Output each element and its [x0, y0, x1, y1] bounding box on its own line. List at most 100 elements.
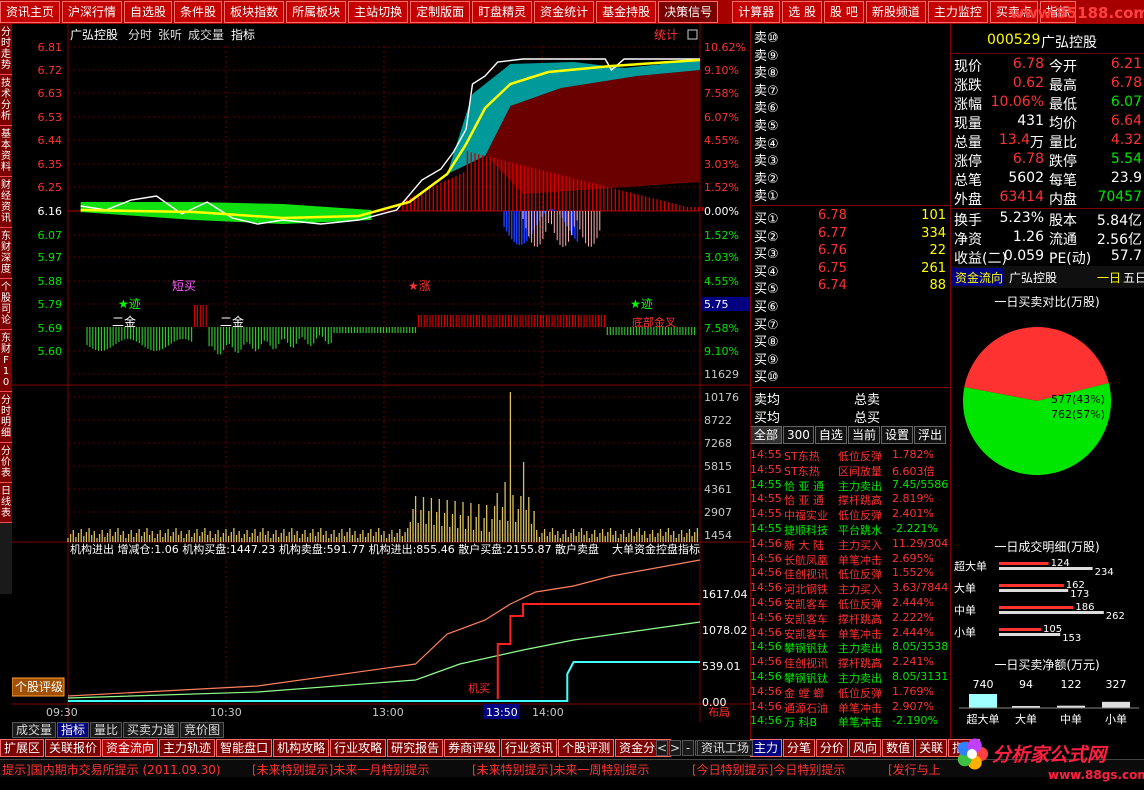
top-nav-item[interactable]: 主力监控 — [927, 1, 988, 23]
main-bottom-tab[interactable]: 智能盘口 — [216, 739, 273, 757]
chart-bottom-tab[interactable]: 成交量 — [12, 722, 57, 738]
right-bottom-tab[interactable]: 分笔 — [783, 739, 816, 757]
tick-row[interactable]: 14:56 万 科B 单笔冲击 -2.190% — [750, 714, 950, 729]
chart-bottom-tab[interactable]: 量比 — [90, 722, 123, 738]
tick-row[interactable]: 14:55 中福实业 低位反弹 2.401% — [750, 507, 950, 522]
top-nav-item[interactable]: 板块指数 — [224, 1, 285, 23]
tick-row[interactable]: 14:56 安凯客车 低位反弹 2.444% — [750, 596, 950, 611]
nav-arrow-button[interactable]: > — [669, 740, 681, 756]
tick-row[interactable]: 14:55 恰 亚 通主力卖出 7.45/5586 — [750, 478, 950, 493]
chart-tab[interactable]: 成交量 — [188, 27, 224, 42]
left-tab[interactable]: 东财F10 — [0, 330, 12, 392]
left-tab[interactable]: 个股司论 — [0, 279, 12, 330]
stat-button[interactable]: 统计 — [654, 28, 678, 42]
left-tab[interactable]: 分价表 — [0, 443, 12, 483]
left-tab[interactable]: 日线表 — [0, 483, 12, 523]
tick-row[interactable]: 14:56 佳创视讯 低位反弹 1.552% — [750, 566, 950, 581]
layout-button[interactable]: 布局 — [708, 706, 730, 719]
chart-tab[interactable]: 张听 — [158, 28, 182, 42]
tick-filter-button[interactable]: 设置 — [880, 426, 913, 444]
fund-flow-tab[interactable]: 资金流向 — [955, 270, 1003, 285]
ticker-item[interactable]: [未来特别提示]未来一周特别提示 — [472, 761, 649, 777]
right-bottom-tab[interactable]: 主力 — [750, 739, 783, 757]
left-tab[interactable]: 东财深度 — [0, 228, 12, 279]
left-tab[interactable]: 分时走势 — [0, 24, 12, 75]
top-nav-item[interactable]: 新股频道 — [865, 1, 926, 23]
top-nav-item[interactable]: 基金持股 — [596, 1, 657, 23]
top-nav-item[interactable]: 计算器 — [732, 1, 781, 23]
top-nav-item[interactable]: 沪深行情 — [62, 1, 123, 23]
chart-tab[interactable]: 分时 — [128, 28, 152, 42]
right-bottom-tab[interactable]: 关联 — [915, 739, 948, 757]
tick-row[interactable]: 14:55 捷顺科技 平台跳水 -2.221% — [750, 522, 950, 537]
top-nav-item[interactable]: 选 股 — [782, 1, 823, 23]
ticker-item[interactable]: [今日特别提示]今日特别提示 — [692, 761, 845, 777]
left-tab[interactable]: 财经资讯 — [0, 177, 12, 228]
tick-filter-button[interactable]: 全部 — [750, 426, 783, 444]
ticker-item[interactable]: [未来特别提示]未来一月特别提示 — [252, 761, 429, 777]
tick-row[interactable]: 14:56 安凯客车 撑杆跳高 2.222% — [750, 611, 950, 626]
tick-time: 14:56 — [750, 581, 782, 595]
top-nav-item[interactable]: 股 吧 — [824, 1, 864, 23]
quote-row: 现量 431 均价 6.64 — [951, 112, 1144, 132]
chart-bottom-tab[interactable]: 竞价图 — [180, 722, 225, 738]
info-workshop-button[interactable]: 资讯工场 — [697, 740, 754, 756]
top-nav-item[interactable]: 主站切换 — [348, 1, 409, 23]
top-nav-item[interactable]: 盯盘精灵 — [472, 1, 533, 23]
right-bottom-tab[interactable]: 风向 — [849, 739, 882, 757]
tick-filter-button[interactable]: 当前 — [847, 426, 880, 444]
tick-row[interactable]: 14:56 攀钢钒钛 主力卖出 8.05/3538 — [750, 640, 950, 655]
ticker-item[interactable]: 提示]国内期市交易所提示 (2011.09.30) — [2, 761, 221, 777]
detail-buy-label: 105 — [1043, 624, 1062, 635]
tick-filter-button[interactable]: 自选 — [814, 426, 847, 444]
chart-bottom-tab[interactable]: 买卖力道 — [123, 722, 180, 738]
nav-arrow-button[interactable]: - — [682, 740, 694, 756]
left-tab[interactable]: 技术分析 — [0, 75, 12, 126]
tick-row[interactable]: 14:56 通源石油 单笔冲击 2.907% — [750, 700, 950, 715]
top-nav-item[interactable]: 决策信号 — [658, 1, 719, 23]
tick-filter-button[interactable]: 300 — [783, 426, 814, 444]
top-nav-item[interactable]: 条件股 — [174, 1, 223, 23]
main-bottom-tab[interactable]: 行业攻略 — [330, 739, 387, 757]
top-nav-item[interactable]: 定制版面 — [410, 1, 471, 23]
tick-row[interactable]: 14:56 攀钢钒钛 主力卖出 8.05/3131 — [750, 670, 950, 685]
tick-row[interactable]: 14:56 河北钢铁 主力买入 3.63/7844 — [750, 581, 950, 596]
chart-bottom-tab[interactable]: 指标 — [57, 722, 90, 738]
main-bottom-tab[interactable]: 扩展区 — [0, 739, 45, 757]
day1-tab[interactable]: 一日 — [1097, 271, 1121, 285]
left-tab[interactable]: 分时明细 — [0, 392, 12, 443]
tick-row[interactable]: 14:56 长航凤凰 单笔冲击 2.695% — [750, 552, 950, 567]
tick-row[interactable]: 14:56 新 大 陆主力买入 11.29/304 — [750, 537, 950, 552]
top-nav-item[interactable]: 所属板块 — [286, 1, 347, 23]
main-bottom-tab[interactable]: 券商评级 — [444, 739, 501, 757]
tick-filter-button[interactable]: 浮出 — [913, 426, 946, 444]
pct-tick: 3.03% — [704, 158, 739, 171]
top-nav-item[interactable]: 资讯主页 — [0, 1, 61, 23]
main-bottom-tab[interactable]: 个股评测 — [558, 739, 615, 757]
intraday-chart[interactable]: 广弘控股 分时 张听 成交量 指标 统计 6.81 6.72 6.63 6.53 6.44 6.35 6… — [12, 24, 750, 722]
main-bottom-tab[interactable]: 资金流向 — [102, 739, 159, 757]
tick-row[interactable]: 14:56 金 螳 螂低位反弹 1.769% — [750, 685, 950, 700]
day5-tab[interactable]: 五日 — [1123, 271, 1144, 285]
inst-tick: 539.01 — [702, 660, 741, 673]
right-bottom-tab[interactable]: 分价 — [816, 739, 849, 757]
tick-row[interactable]: 14:55 恰 亚 通撑杆跳高 2.819% — [750, 492, 950, 507]
tick-event: 主力卖出 — [838, 672, 882, 685]
tick-row[interactable]: 14:55 ST东热 区间放量 6.603倍 — [750, 463, 950, 478]
left-tab[interactable]: 基本资料 — [0, 126, 12, 177]
main-bottom-tab[interactable]: 关联报价 — [45, 739, 102, 757]
tick-row[interactable]: 14:56 安凯客车 单笔冲击 2.444% — [750, 626, 950, 641]
top-nav-item[interactable]: 自选股 — [124, 1, 173, 23]
top-nav-item[interactable]: 资金统计 — [534, 1, 595, 23]
chart-tab[interactable]: 指标 — [231, 27, 255, 42]
quote-value: 5.23% — [999, 210, 1044, 226]
tick-row[interactable]: 14:56 佳创视讯 撑杆跳高 2.241% — [750, 655, 950, 670]
right-bottom-tab[interactable]: 数值 — [882, 739, 915, 757]
main-bottom-tab[interactable]: 研究报告 — [387, 739, 444, 757]
main-bottom-tab[interactable]: 行业资讯 — [501, 739, 558, 757]
main-bottom-tab[interactable]: 主力轨迹 — [159, 739, 216, 757]
tick-row[interactable]: 14:55 ST东热 低位反弹 1.782% — [750, 448, 950, 463]
ticker-item[interactable]: [发行与上 — [888, 761, 941, 777]
nav-arrow-button[interactable]: < — [656, 740, 668, 756]
main-bottom-tab[interactable]: 机构攻略 — [273, 739, 330, 757]
